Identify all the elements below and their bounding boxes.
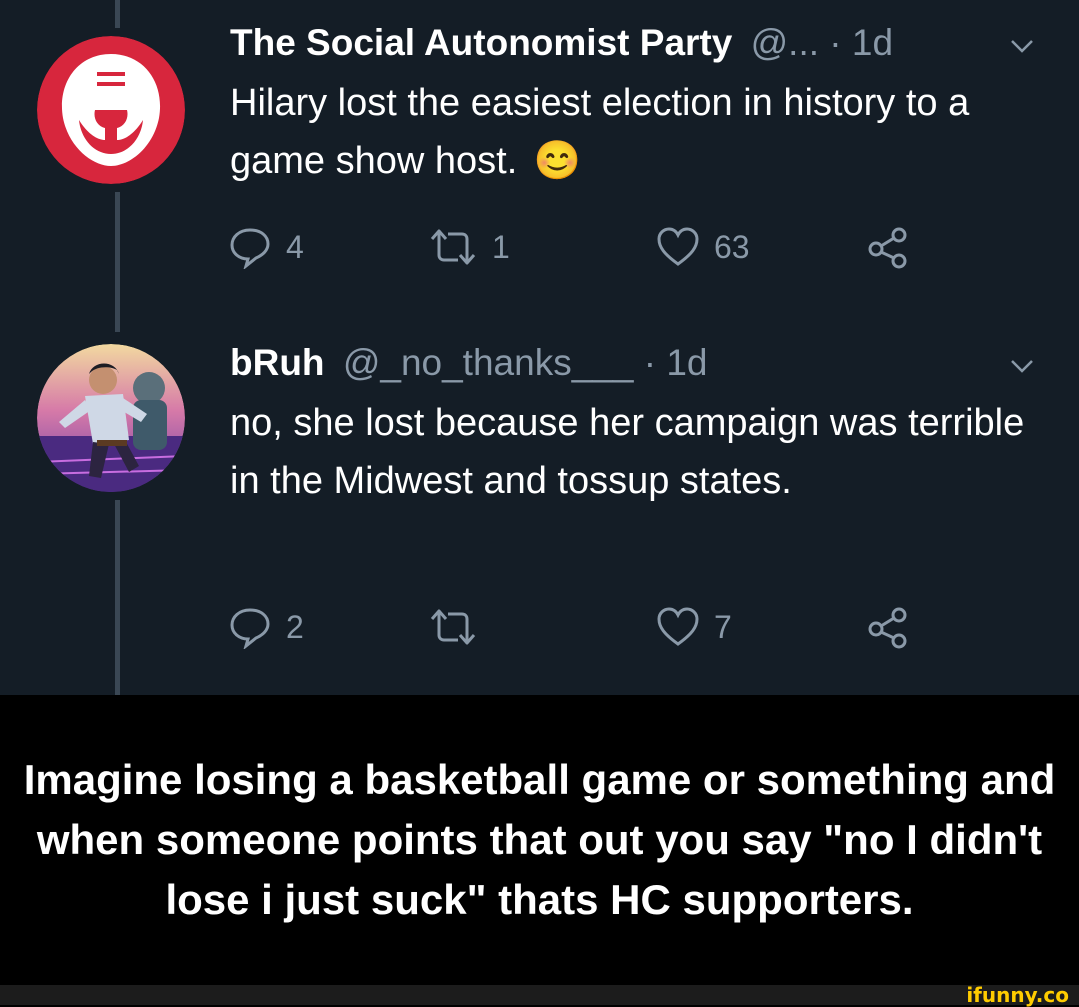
tweet-header: The Social Autonomist Party @... · 1d: [230, 22, 893, 64]
tweet-header: bRuh @_no_thanks___ · 1d: [230, 342, 707, 384]
meme-caption: Imagine losing a basketball game or some…: [0, 695, 1079, 985]
tweet-2: bRuh @_no_thanks___ · 1d no, she lost be…: [0, 330, 1079, 695]
reply-count: 4: [286, 228, 304, 265]
like-button[interactable]: 63: [656, 222, 750, 272]
share-button[interactable]: [866, 602, 910, 652]
retweet-icon: [430, 229, 476, 265]
retweet-button[interactable]: [428, 602, 492, 652]
tweet-text: no, she lost because her campaign was te…: [230, 394, 1050, 510]
tweet-1: The Social Autonomist Party @... · 1d Hi…: [0, 0, 1079, 300]
share-button[interactable]: [866, 222, 910, 272]
display-name[interactable]: bRuh: [230, 342, 325, 383]
user-handle[interactable]: @_no_thanks___: [343, 342, 634, 383]
timestamp[interactable]: 1d: [852, 22, 893, 63]
rebel-fist-icon[interactable]: [37, 36, 185, 184]
like-count: 63: [714, 228, 750, 265]
retweet-icon: [430, 609, 476, 645]
ifunny-watermark: ifunny.co: [966, 983, 1069, 1007]
retweet-count: 1: [492, 228, 510, 265]
tweet-actions: 4 1 63: [228, 222, 928, 272]
tweet-actions: 2 7: [228, 602, 928, 652]
share-icon: [868, 227, 907, 269]
watermark-bar: ifunny.co: [0, 983, 1079, 1007]
chevron-down-icon[interactable]: [1010, 34, 1034, 58]
illustrated-photo-avatar[interactable]: [37, 344, 185, 492]
like-count: 7: [714, 608, 732, 645]
separator: ·: [633, 342, 667, 383]
reply-button[interactable]: 4: [228, 222, 304, 272]
user-handle[interactable]: @...: [751, 22, 819, 63]
reply-button[interactable]: 2: [228, 602, 304, 652]
tweet-text: Hilary lost the easiest election in hist…: [230, 74, 1050, 190]
share-icon: [868, 607, 907, 649]
reply-icon: [230, 608, 270, 649]
caption-text: Imagine losing a basketball game or some…: [23, 756, 1056, 923]
tweet-screenshot: The Social Autonomist Party @... · 1d Hi…: [0, 0, 1079, 695]
smiling-face-emoji-icon: 😊: [533, 140, 582, 182]
tweet-text-content: Hilary lost the easiest election in hist…: [230, 82, 970, 182]
reply-count: 2: [286, 608, 304, 645]
chevron-down-icon[interactable]: [1010, 354, 1034, 378]
reply-icon: [230, 228, 270, 269]
heart-icon: [657, 227, 699, 266]
like-button[interactable]: 7: [656, 602, 732, 652]
display-name[interactable]: The Social Autonomist Party: [230, 22, 732, 63]
retweet-button[interactable]: 1: [428, 222, 510, 272]
timestamp[interactable]: 1d: [666, 342, 707, 383]
heart-icon: [657, 607, 699, 646]
separator: ·: [819, 22, 852, 63]
tweet-text-content: no, she lost because her campaign was te…: [230, 402, 1025, 502]
